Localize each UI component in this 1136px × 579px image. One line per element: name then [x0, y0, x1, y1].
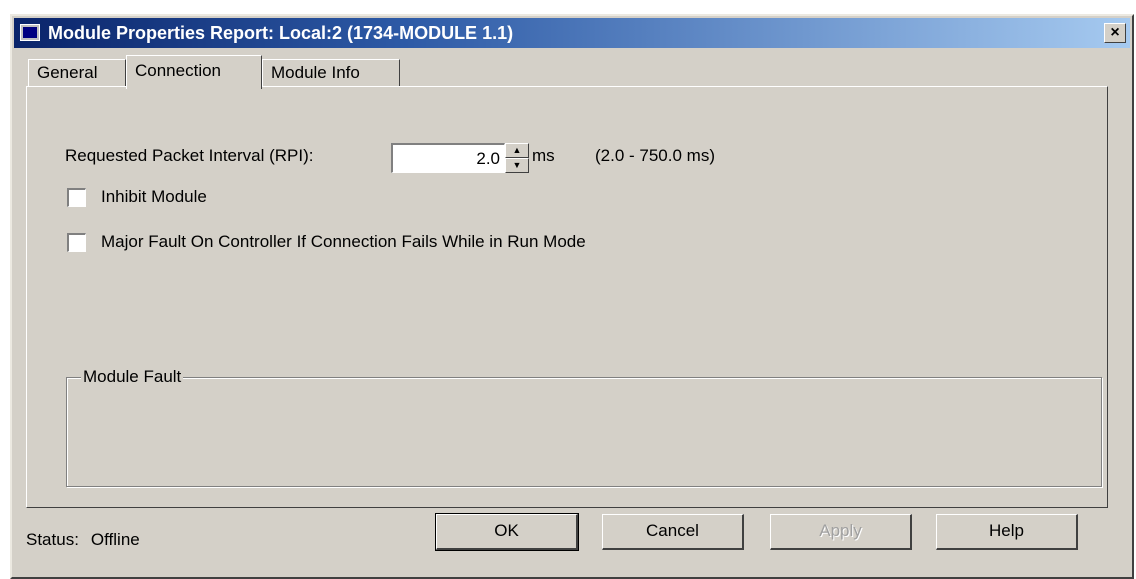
major-fault-label: Major Fault On Controller If Connection … — [101, 232, 586, 251]
close-button[interactable]: × — [1104, 23, 1126, 43]
spin-down-button[interactable]: ▼ — [505, 158, 529, 173]
module-fault-legend: Module Fault — [81, 367, 184, 387]
tab-connection[interactable]: Connection — [126, 55, 262, 89]
spin-up-button[interactable]: ▲ — [505, 143, 529, 158]
tab-module-info[interactable]: Module Info — [262, 59, 400, 87]
inhibit-module-checkbox[interactable] — [67, 188, 86, 207]
window-title: Module Properties Report: Local:2 (1734-… — [48, 23, 514, 43]
major-fault-checkbox[interactable] — [67, 233, 86, 252]
tab-general[interactable]: General — [28, 59, 126, 87]
inhibit-module-label: Inhibit Module — [101, 187, 207, 206]
rpi-spinner: ▲ ▼ — [505, 143, 529, 173]
rpi-unit: ms — [532, 146, 555, 165]
rpi-input[interactable]: 2.0 — [391, 143, 505, 173]
help-button[interactable]: Help — [936, 514, 1078, 550]
status-label: Status: — [26, 530, 79, 549]
connection-tab-panel: Requested Packet Interval (RPI): 2.0 ▲ ▼… — [26, 86, 1108, 508]
window-icon — [20, 24, 40, 41]
status-value: Offline — [90, 530, 140, 549]
apply-button[interactable]: Apply — [770, 514, 912, 550]
title-bar[interactable]: Module Properties Report: Local:2 (1734-… — [14, 18, 1130, 48]
ok-button[interactable]: OK — [435, 513, 579, 551]
rpi-range: (2.0 - 750.0 ms) — [595, 146, 715, 165]
status-line: Status: Offline — [26, 530, 140, 550]
module-fault-group — [66, 377, 1102, 487]
rpi-label: Requested Packet Interval (RPI): — [65, 146, 314, 165]
cancel-button[interactable]: Cancel — [602, 514, 744, 550]
